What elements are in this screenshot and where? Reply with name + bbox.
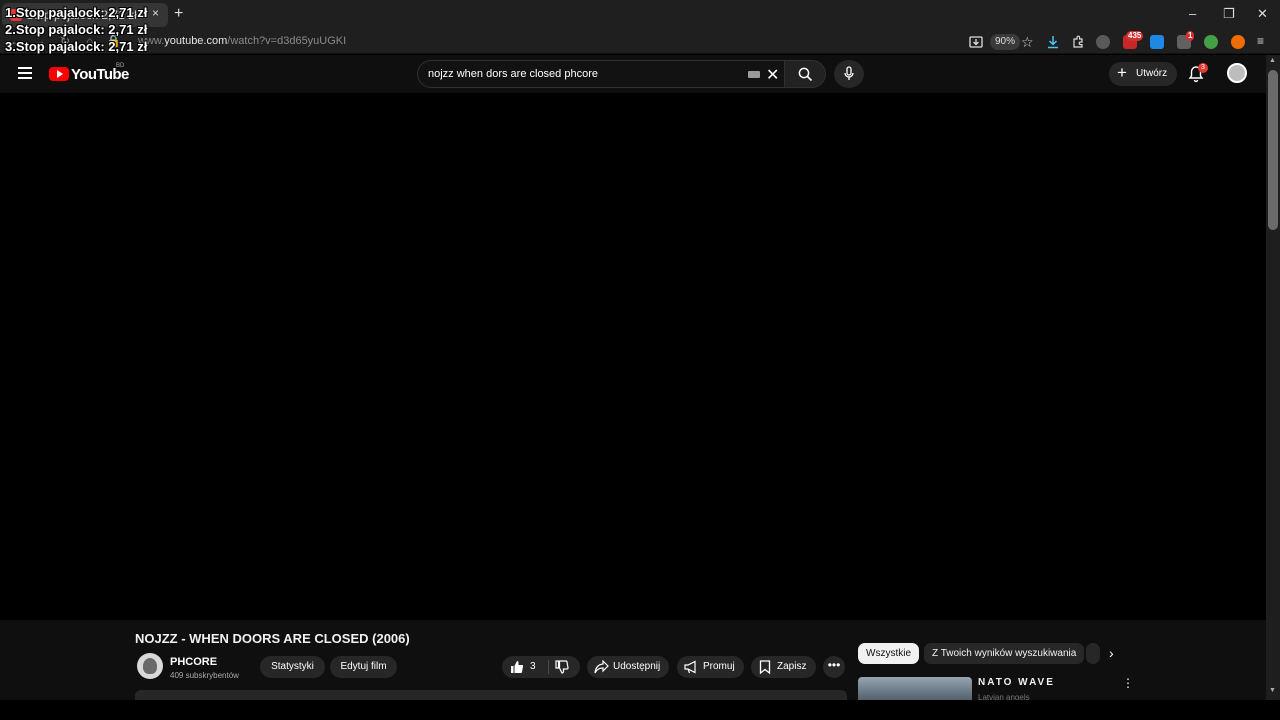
search-input[interactable]: nojzz when dors are closed phcore (428, 68, 598, 80)
like-divider (548, 660, 549, 674)
overlay-line-2: 2.Stop pajalock: 2,71 zł (5, 22, 148, 37)
megaphone-icon (684, 660, 696, 674)
profile-icon[interactable] (1231, 35, 1245, 49)
channel-avatar[interactable] (137, 653, 163, 679)
statistics-button[interactable]: Statystyki (260, 656, 325, 678)
microphone-icon (844, 66, 854, 80)
bottom-edge (0, 700, 1280, 720)
extensions-puzzle-icon[interactable] (1071, 35, 1085, 49)
new-tab-button[interactable]: + (174, 5, 183, 23)
tab-close-icon[interactable]: × (152, 6, 159, 20)
chip-from-search[interactable]: Z Twoich wyników wyszukiwania (924, 643, 1085, 664)
description-box[interactable] (135, 690, 847, 700)
url-path: /watch?v=d3d65yuUGKI (227, 35, 347, 47)
overlay-line-3: 3.Stop pajalock: 2,71 zł (5, 39, 148, 54)
channel-name[interactable]: PHCORE (170, 656, 217, 668)
like-icon[interactable] (510, 660, 524, 674)
country-code: BD (116, 63, 125, 69)
sync-extension-icon[interactable] (1204, 35, 1218, 49)
s-extension-icon[interactable] (1150, 35, 1164, 49)
address-bar-row: ← → ↻ ⌂ 🔒 www.youtube.com/watch?v=d3d65y… (0, 30, 1280, 54)
chip-partial[interactable] (1086, 643, 1100, 664)
clear-search-icon[interactable]: ✕ (766, 65, 779, 85)
dislike-icon[interactable] (555, 660, 569, 674)
plus-icon: + (1117, 63, 1127, 82)
save-label: Zapisz (777, 661, 807, 672)
recommendation-title[interactable]: NATO WAVE (978, 677, 1055, 688)
scrollbar-thumb[interactable] (1268, 70, 1278, 230)
more-actions-button[interactable]: ••• (823, 656, 845, 678)
browser-menu-icon[interactable]: ≡ (1257, 34, 1264, 48)
subscriber-count: 409 subskrybentów (170, 671, 239, 680)
create-label: Utwórz (1136, 68, 1168, 79)
download-icon[interactable] (1046, 35, 1060, 49)
save-button[interactable]: Zapisz (751, 656, 816, 678)
overlay-line-1: 1.Stop pajalock: 2,71 zł (5, 5, 148, 20)
search-box[interactable]: nojzz when dors are closed phcore ✕ (417, 60, 785, 88)
promote-button[interactable]: Promuj (677, 656, 744, 678)
share-label: Udostępnij (613, 661, 661, 672)
youtube-play-logo-icon (49, 67, 69, 81)
recommendation-thumbnail[interactable] (858, 677, 972, 700)
watch-metadata: NOJZZ - WHEN DOORS ARE CLOSED (2006) PHC… (0, 620, 1266, 702)
chevron-right-icon[interactable]: › (1109, 645, 1114, 661)
chip-all[interactable]: Wszystkie (858, 643, 919, 664)
promote-label: Promuj (703, 661, 735, 672)
glasses-extension-icon[interactable] (1096, 35, 1110, 49)
youtube-header: YouTube BD nojzz when dors are closed ph… (0, 55, 1266, 93)
zoom-level[interactable]: 90% (990, 34, 1021, 50)
keyboard-icon[interactable] (748, 71, 760, 78)
search-button[interactable] (784, 60, 826, 88)
browser-tab-bar: Stop pajalock 2,71 zł × + – ❐ ✕ (0, 0, 1280, 30)
price-overlay: 1.Stop pajalock: 2,71 zł 2.Stop pajalock… (5, 4, 147, 55)
ublock-count-badge: 435 (1126, 31, 1144, 41)
video-player[interactable] (0, 93, 1266, 620)
image-extension-badge: 1 (1186, 31, 1195, 41)
like-dislike-group: 3 (502, 656, 580, 678)
restore-button[interactable]: ❐ (1223, 6, 1235, 22)
minimize-button[interactable]: – (1189, 6, 1196, 21)
recommendation-menu-icon[interactable]: ⋮ (1122, 676, 1134, 690)
scroll-down-arrow-icon[interactable]: ▼ (1269, 687, 1276, 694)
voice-search-button[interactable] (834, 60, 864, 88)
install-app-icon[interactable] (969, 35, 983, 49)
share-arrow-icon (594, 660, 609, 674)
url-field[interactable]: www.youtube.com/watch?v=d3d65yuUGKI (138, 35, 346, 47)
notification-count-badge: 3 (1198, 63, 1208, 73)
search-icon (798, 67, 813, 82)
hamburger-menu-icon[interactable] (18, 67, 32, 79)
scroll-up-arrow-icon[interactable]: ▲ (1269, 57, 1276, 64)
share-button[interactable]: Udostępnij (587, 656, 669, 678)
bookmark-star-icon[interactable]: ☆ (1021, 35, 1035, 49)
create-button[interactable]: + Utwórz (1109, 62, 1177, 86)
bookmark-icon (759, 660, 771, 674)
video-title: NOJZZ - WHEN DOORS ARE CLOSED (2006) (135, 631, 410, 646)
url-host: youtube.com (164, 35, 228, 47)
edit-video-button[interactable]: Edytuj film (330, 656, 397, 678)
close-window-button[interactable]: ✕ (1257, 6, 1268, 22)
account-avatar[interactable] (1227, 63, 1247, 83)
like-count: 3 (530, 661, 536, 672)
